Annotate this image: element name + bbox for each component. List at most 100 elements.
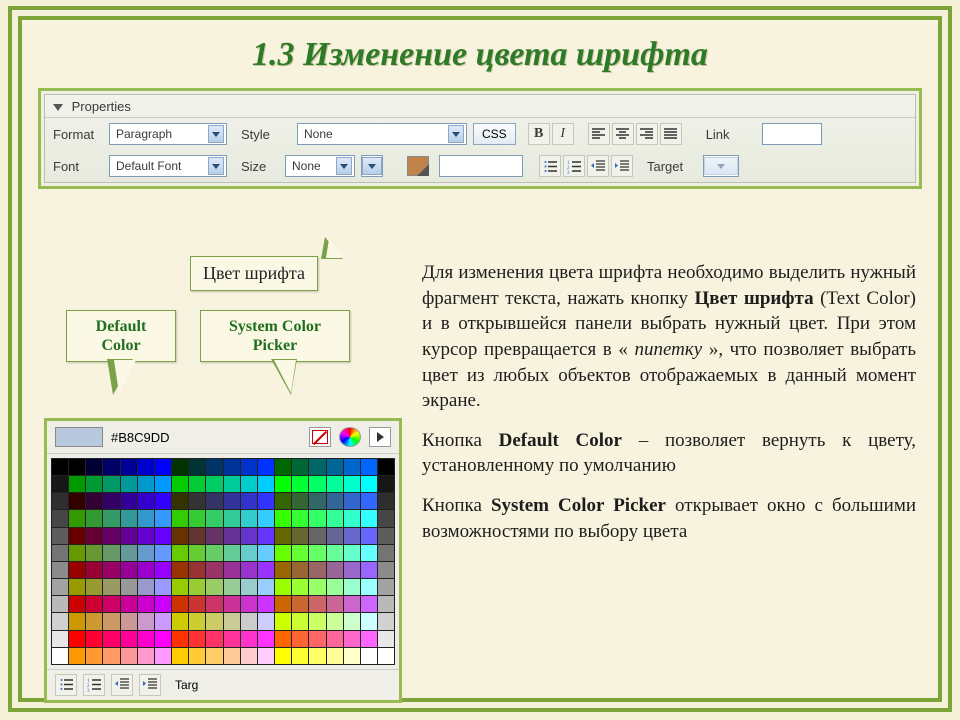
picker-menu-button[interactable] <box>369 427 391 447</box>
color-swatch[interactable] <box>378 528 394 544</box>
color-swatch[interactable] <box>224 476 240 492</box>
color-swatch[interactable] <box>155 579 171 595</box>
color-swatch[interactable] <box>361 613 377 629</box>
color-swatch[interactable] <box>52 493 68 509</box>
color-swatch[interactable] <box>172 545 188 561</box>
color-swatch-grid[interactable] <box>51 458 395 665</box>
align-center-button[interactable] <box>612 123 634 145</box>
color-swatch[interactable] <box>86 648 102 664</box>
color-swatch[interactable] <box>69 459 85 475</box>
color-swatch[interactable] <box>378 579 394 595</box>
color-swatch[interactable] <box>86 476 102 492</box>
color-swatch[interactable] <box>275 648 291 664</box>
color-swatch[interactable] <box>344 459 360 475</box>
color-swatch[interactable] <box>86 510 102 526</box>
color-swatch[interactable] <box>344 648 360 664</box>
align-right-button[interactable] <box>636 123 658 145</box>
color-swatch[interactable] <box>224 648 240 664</box>
color-swatch[interactable] <box>86 528 102 544</box>
color-swatch[interactable] <box>138 459 154 475</box>
color-swatch[interactable] <box>241 528 257 544</box>
color-swatch[interactable] <box>52 596 68 612</box>
color-swatch[interactable] <box>361 493 377 509</box>
color-swatch[interactable] <box>292 476 308 492</box>
color-swatch[interactable] <box>241 545 257 561</box>
color-swatch[interactable] <box>172 476 188 492</box>
color-swatch[interactable] <box>292 528 308 544</box>
system-color-picker-button[interactable] <box>339 427 361 447</box>
color-swatch[interactable] <box>103 579 119 595</box>
color-swatch[interactable] <box>138 476 154 492</box>
color-swatch[interactable] <box>86 459 102 475</box>
color-swatch[interactable] <box>258 545 274 561</box>
color-swatch[interactable] <box>378 476 394 492</box>
color-swatch[interactable] <box>206 631 222 647</box>
color-swatch[interactable] <box>52 631 68 647</box>
color-swatch[interactable] <box>361 596 377 612</box>
color-swatch[interactable] <box>189 631 205 647</box>
color-swatch[interactable] <box>378 648 394 664</box>
color-swatch[interactable] <box>361 631 377 647</box>
color-swatch[interactable] <box>344 596 360 612</box>
color-swatch[interactable] <box>241 596 257 612</box>
list-ul-button[interactable] <box>55 674 77 696</box>
color-swatch[interactable] <box>309 545 325 561</box>
color-swatch[interactable] <box>327 613 343 629</box>
color-swatch[interactable] <box>309 528 325 544</box>
color-swatch[interactable] <box>275 631 291 647</box>
color-swatch[interactable] <box>69 613 85 629</box>
color-swatch[interactable] <box>172 528 188 544</box>
color-swatch[interactable] <box>327 459 343 475</box>
color-swatch[interactable] <box>155 596 171 612</box>
color-swatch[interactable] <box>224 528 240 544</box>
color-swatch[interactable] <box>292 596 308 612</box>
color-swatch[interactable] <box>361 510 377 526</box>
color-swatch[interactable] <box>206 476 222 492</box>
color-swatch[interactable] <box>172 459 188 475</box>
color-swatch[interactable] <box>224 510 240 526</box>
color-swatch[interactable] <box>361 545 377 561</box>
color-swatch[interactable] <box>292 459 308 475</box>
color-swatch[interactable] <box>172 510 188 526</box>
color-swatch[interactable] <box>327 596 343 612</box>
color-swatch[interactable] <box>189 493 205 509</box>
color-swatch[interactable] <box>241 648 257 664</box>
size-extra-combo[interactable] <box>361 155 383 177</box>
color-swatch[interactable] <box>69 510 85 526</box>
color-swatch[interactable] <box>69 579 85 595</box>
panel-header[interactable]: Properties <box>45 95 915 118</box>
color-swatch[interactable] <box>258 596 274 612</box>
color-swatch[interactable] <box>361 648 377 664</box>
color-swatch[interactable] <box>241 579 257 595</box>
color-swatch[interactable] <box>52 476 68 492</box>
color-swatch[interactable] <box>172 493 188 509</box>
indent-button[interactable] <box>611 155 633 177</box>
link-input[interactable] <box>762 123 822 145</box>
color-swatch[interactable] <box>189 528 205 544</box>
color-swatch[interactable] <box>69 648 85 664</box>
color-swatch[interactable] <box>292 510 308 526</box>
color-swatch[interactable] <box>121 459 137 475</box>
color-swatch[interactable] <box>121 631 137 647</box>
color-swatch[interactable] <box>327 493 343 509</box>
color-swatch[interactable] <box>138 631 154 647</box>
color-swatch[interactable] <box>344 476 360 492</box>
color-swatch[interactable] <box>224 545 240 561</box>
color-swatch[interactable] <box>52 579 68 595</box>
color-swatch[interactable] <box>172 613 188 629</box>
color-swatch[interactable] <box>103 528 119 544</box>
color-swatch[interactable] <box>241 631 257 647</box>
color-swatch[interactable] <box>344 562 360 578</box>
color-swatch[interactable] <box>309 613 325 629</box>
color-swatch[interactable] <box>292 493 308 509</box>
color-swatch[interactable] <box>121 648 137 664</box>
color-swatch[interactable] <box>275 545 291 561</box>
color-swatch[interactable] <box>344 631 360 647</box>
color-swatch[interactable] <box>86 613 102 629</box>
align-left-button[interactable] <box>588 123 610 145</box>
color-swatch[interactable] <box>224 493 240 509</box>
color-swatch[interactable] <box>138 510 154 526</box>
color-swatch[interactable] <box>189 579 205 595</box>
color-swatch[interactable] <box>206 545 222 561</box>
color-swatch[interactable] <box>206 493 222 509</box>
